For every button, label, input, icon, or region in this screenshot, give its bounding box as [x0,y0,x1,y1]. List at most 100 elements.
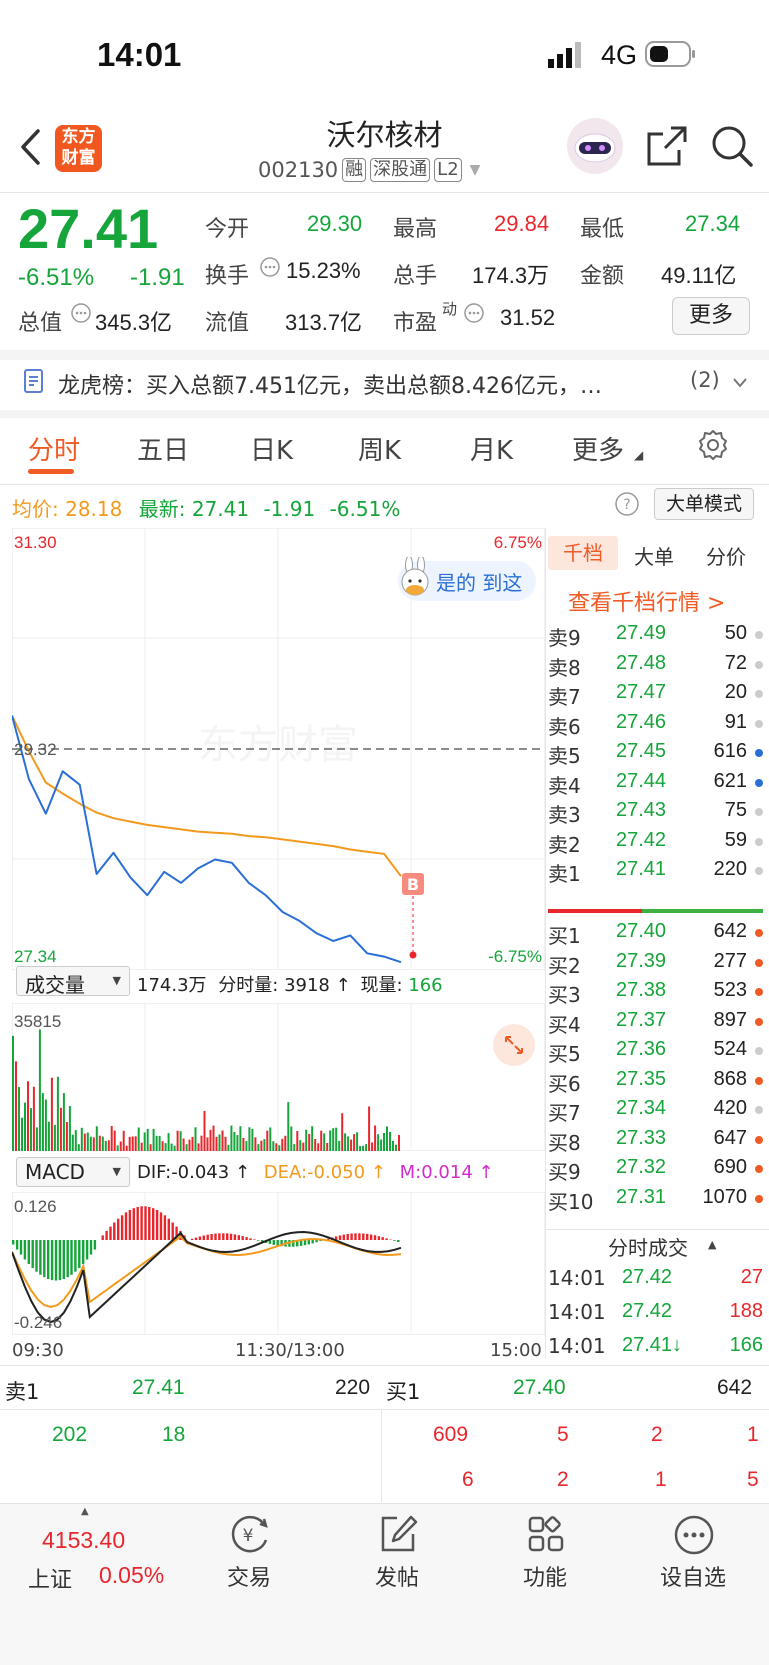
orderbook-row[interactable]: 买2 27.39 277 [548,950,763,978]
volume-bar [263,1139,266,1151]
nav-trade[interactable]: 交易 [189,1560,309,1592]
volume-bar [359,1145,362,1151]
chevron-down-icon[interactable] [732,374,748,393]
buy-queue: 609 [433,1423,469,1446]
caret-down-icon: ▼ [112,1165,121,1178]
nav-functions[interactable]: 功能 [485,1560,605,1592]
info-dots-icon[interactable] [259,256,281,282]
time-mid: 11:30/13:00 [235,1340,345,1361]
macd-bar [39,1240,42,1275]
volume-bar [380,1139,383,1151]
caret-up-icon[interactable]: ▲ [81,1506,89,1517]
tab-weekly-k[interactable]: 周K [358,430,401,467]
orderbook-row[interactable]: 买9 27.32 690 [548,1156,763,1184]
tab-price-distribution[interactable]: 分价 [706,541,746,570]
orderbook-row[interactable]: 卖6 27.46 91 [548,711,763,739]
volume-bar [86,1132,89,1151]
tab-big-orders[interactable]: 大单 [634,541,674,570]
tab-thousand-levels[interactable]: 千档 [548,536,618,570]
volume-bar [338,1140,341,1151]
volume-bar [362,1145,365,1151]
index-name[interactable]: 上证 [28,1562,72,1594]
nav-add-watchlist[interactable]: 设自选 [633,1560,753,1592]
orderbook-row[interactable]: 卖5 27.45 616 [548,740,763,768]
orderbook-row[interactable]: 买10 27.31 1070 [548,1186,763,1214]
orderbook-row[interactable]: 卖7 27.47 20 [548,681,763,709]
volume-bar [209,1129,212,1151]
turnover-label: 换手 [205,264,250,289]
robot-avatar-icon[interactable] [565,116,625,180]
function-grid-icon[interactable] [526,1514,566,1558]
big-order-mode-button[interactable]: 大单模式 [654,488,754,520]
pe-value: 31.52 [500,305,556,330]
index-value[interactable]: 4153.40 [42,1527,125,1554]
caret-down-icon[interactable]: ▼ [470,162,481,178]
pct-top-label: 6.75% [494,533,542,552]
orderbook-row[interactable]: 买5 27.36 524 [548,1038,763,1066]
orderbook-volume: 642 [713,920,747,942]
orderbook-row[interactable]: 买7 27.34 420 [548,1097,763,1125]
orderbook-row[interactable]: 买8 27.33 647 [548,1127,763,1155]
pct-bottom-label: -6.75% [488,947,542,966]
search-icon[interactable] [710,124,754,172]
more-dots-icon[interactable] [673,1514,715,1560]
macd-bar [222,1233,225,1240]
volume-bar [62,1093,65,1151]
orderbook-row[interactable]: 卖8 27.48 72 [548,652,763,680]
info-dots-icon[interactable] [463,302,485,328]
trades-title[interactable]: 分时成交 [608,1232,688,1261]
pe-label: 市盈 [393,311,438,336]
view-thousand-levels-link[interactable]: 查看千档行情 > [568,585,725,617]
orderbook-row[interactable]: 买1 27.40 642 [548,920,763,948]
volume-bar [302,1142,305,1151]
svg-text:¥: ¥ [243,1526,254,1546]
orderbook-price: 27.47 [616,681,667,703]
signal-icon [548,42,588,68]
high-value: 29.84 [494,211,550,236]
share-icon[interactable] [645,124,689,172]
more-button[interactable]: 更多 [672,297,750,335]
orderbook-row[interactable]: 卖1 27.41 220 [548,858,763,886]
volume-bar [176,1130,179,1151]
post-icon[interactable] [377,1514,419,1558]
tab-intraday[interactable]: 分时 [28,430,80,467]
volume-bar [182,1138,185,1151]
settings-gear-icon[interactable] [696,428,730,466]
volume-indicator-select[interactable]: 成交量 ▼ [16,966,130,997]
orderbook-row[interactable]: 卖4 27.44 621 [548,770,763,798]
up-arrow-icon: ↑ [335,975,351,996]
nav-post[interactable]: 发帖 [337,1560,457,1592]
notice-bar[interactable]: 龙虎榜：买入总额7.451亿元，卖出总额8.426亿元，… [58,368,602,400]
help-icon[interactable]: ? [614,491,640,521]
trade-icon[interactable]: ¥ [227,1514,271,1558]
tab-monthly-k[interactable]: 月K [470,430,513,467]
volume-bar [53,1124,56,1151]
tab-five-day[interactable]: 五日 [137,430,189,467]
volume-bar [15,1061,17,1151]
orderbook-row[interactable]: 买6 27.35 868 [548,1068,763,1096]
orderbook-price: 27.40 [616,920,667,942]
orderbook-row[interactable]: 卖9 27.49 50 [548,622,763,650]
volume-bar [299,1140,302,1151]
macd-bar [206,1234,209,1240]
info-dots-icon[interactable] [70,302,92,328]
change-amount: -1.91 [130,264,185,291]
orderbook-row[interactable]: 买4 27.37 897 [548,1009,763,1037]
volume-bar [146,1128,149,1151]
orderbook-row[interactable]: 买3 27.38 523 [548,979,763,1007]
macd-indicator-select[interactable]: MACD ▼ [16,1157,130,1187]
volume-bar [155,1135,158,1151]
tab-daily-k[interactable]: 日K [250,430,293,467]
index-pct[interactable]: 0.05% [99,1562,164,1589]
volume-bar [173,1145,176,1151]
tab-more[interactable]: 更多 [572,430,624,467]
orderbook-row[interactable]: 卖2 27.42 59 [548,829,763,857]
orderbook-price: 27.48 [616,651,667,674]
orderbook-row[interactable]: 卖3 27.43 75 [548,799,763,827]
expand-icon[interactable] [492,1023,536,1071]
summary-divider [381,1409,382,1502]
caret-up-icon[interactable]: ▲ [708,1238,716,1251]
macd-bar [50,1240,54,1281]
volume-bar [329,1130,332,1151]
latest-change: -1.91 [263,497,316,521]
